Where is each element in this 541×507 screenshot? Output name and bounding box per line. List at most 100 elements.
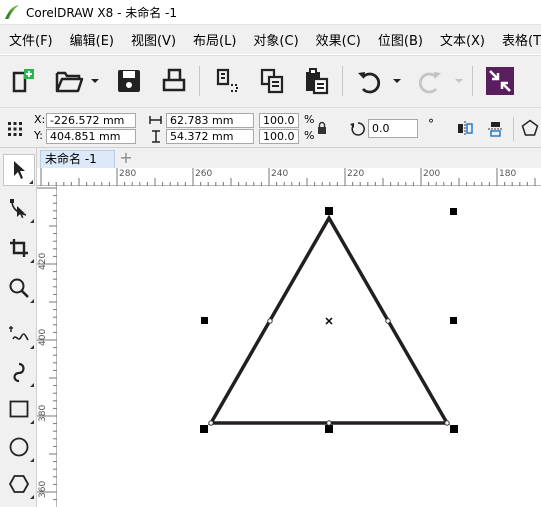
vertical-ruler[interactable]: 420 400 380 360 bbox=[37, 186, 57, 507]
coreldraw-logo-icon bbox=[5, 5, 19, 19]
menu-table[interactable]: 表格(T) bbox=[493, 30, 541, 49]
window-title: CorelDRAW X8 - 未命名 -1 bbox=[26, 5, 178, 20]
ruler-label: 240 bbox=[271, 169, 289, 179]
polygon-tool[interactable] bbox=[3, 468, 35, 500]
flyout-indicator bbox=[30, 219, 34, 223]
x-position-input[interactable]: -226.572 mm bbox=[46, 113, 136, 128]
shape-node[interactable] bbox=[385, 318, 391, 324]
ruler-label: 360 bbox=[38, 480, 48, 498]
selection-handle-middle-right[interactable] bbox=[450, 317, 457, 324]
object-origin-icon[interactable] bbox=[7, 121, 23, 137]
menu-effects[interactable]: 效果(C) bbox=[307, 30, 369, 49]
menu-object[interactable]: 对象(C) bbox=[244, 30, 306, 49]
menu-text[interactable]: 文本(X) bbox=[431, 30, 493, 49]
toolbar-separator bbox=[199, 66, 200, 96]
copy-button[interactable] bbox=[255, 64, 289, 98]
mirror-vertical-icon[interactable] bbox=[487, 120, 504, 138]
flyout-indicator bbox=[29, 180, 33, 184]
selection-handle-bottom-right[interactable] bbox=[450, 425, 458, 433]
flyout-indicator bbox=[30, 299, 34, 303]
scale-x-input[interactable]: 100.0 bbox=[259, 113, 299, 128]
drawing-canvas[interactable] bbox=[58, 187, 541, 507]
redo-button[interactable] bbox=[413, 64, 447, 98]
pointer-arrow-icon bbox=[14, 161, 25, 179]
document-tab-strip: 未命名 -1 + bbox=[37, 148, 541, 168]
crop-icon bbox=[10, 239, 28, 257]
copy-icon bbox=[216, 68, 238, 92]
rotation-input[interactable]: 0.0 bbox=[368, 119, 418, 138]
menu-layout[interactable]: 布局(L) bbox=[184, 30, 244, 49]
import-icon bbox=[486, 67, 514, 95]
new-document-icon bbox=[12, 69, 34, 93]
lock-ratio-icon[interactable] bbox=[317, 121, 327, 135]
menu-bitmaps[interactable]: 位图(B) bbox=[369, 30, 431, 49]
rotate-icon bbox=[350, 122, 365, 136]
width-input[interactable]: 62.783 mm bbox=[166, 113, 254, 128]
open-dropdown-icon[interactable] bbox=[91, 77, 99, 85]
redo-dropdown-icon[interactable] bbox=[455, 77, 463, 85]
print-icon bbox=[162, 68, 186, 92]
toolbar-separator bbox=[342, 66, 343, 96]
y-label: Y: bbox=[34, 129, 43, 142]
paste-button[interactable] bbox=[299, 64, 333, 98]
degree-symbol: ° bbox=[428, 117, 434, 131]
ellipse-tool[interactable] bbox=[3, 431, 35, 463]
selection-handle-top-right[interactable] bbox=[450, 208, 457, 215]
y-position-input[interactable]: 404.851 mm bbox=[46, 129, 136, 144]
selection-handle-middle-left[interactable] bbox=[201, 317, 208, 324]
menu-edit[interactable]: 编辑(E) bbox=[61, 30, 122, 49]
crop-tool[interactable] bbox=[3, 232, 35, 264]
undo-icon bbox=[358, 72, 381, 94]
scale-y-input[interactable]: 100.0 bbox=[259, 129, 299, 144]
document-tab[interactable]: 未命名 -1 bbox=[40, 150, 115, 168]
freehand-tool[interactable] bbox=[3, 318, 35, 350]
ruler-label: 280 bbox=[119, 169, 137, 179]
flyout-indicator bbox=[30, 420, 34, 424]
import-button[interactable] bbox=[483, 64, 517, 98]
canvas-drawing bbox=[200, 207, 458, 433]
new-document-button[interactable] bbox=[6, 64, 40, 98]
undo-dropdown-icon[interactable] bbox=[393, 77, 401, 85]
shape-node[interactable] bbox=[267, 318, 273, 324]
selection-handle-bottom-center[interactable] bbox=[325, 425, 333, 433]
menu-view[interactable]: 视图(V) bbox=[122, 30, 184, 49]
convert-to-curves-icon[interactable] bbox=[521, 119, 539, 137]
flyout-indicator bbox=[30, 495, 34, 499]
polygon-icon bbox=[8, 475, 30, 493]
zoom-tool[interactable] bbox=[3, 272, 35, 304]
print-button[interactable] bbox=[157, 64, 191, 98]
ruler-label: 180 bbox=[499, 169, 517, 179]
horizontal-ruler[interactable]: 280 260 240 220 200 180 bbox=[37, 168, 541, 186]
menu-file[interactable]: 文件(F) bbox=[0, 30, 61, 49]
flyout-indicator bbox=[30, 259, 34, 263]
shape-tool[interactable] bbox=[3, 192, 35, 224]
pick-tool[interactable] bbox=[3, 154, 35, 186]
ruler-label: 400 bbox=[38, 328, 48, 346]
height-input[interactable]: 54.372 mm bbox=[166, 129, 254, 144]
open-button[interactable] bbox=[52, 64, 86, 98]
center-marker-icon[interactable] bbox=[325, 317, 333, 325]
shape-node[interactable] bbox=[208, 420, 214, 426]
vertical-ruler-ticks bbox=[37, 187, 57, 501]
selection-handle-bottom-left[interactable] bbox=[200, 425, 208, 433]
paste-icon bbox=[306, 68, 329, 95]
new-tab-button[interactable]: + bbox=[117, 150, 135, 167]
scale-x-percent: % bbox=[304, 113, 315, 126]
ruler-label: 260 bbox=[195, 169, 213, 179]
rectangle-tool[interactable] bbox=[3, 393, 35, 425]
copy-pages-icon bbox=[260, 68, 284, 94]
menu-bar: 文件(F) 编辑(E) 视图(V) 布局(L) 对象(C) 效果(C) 位图(B… bbox=[0, 24, 541, 54]
save-button[interactable] bbox=[112, 64, 146, 98]
flyout-indicator bbox=[30, 345, 34, 349]
selection-handle-top-center[interactable] bbox=[325, 207, 333, 215]
scale-y-percent: % bbox=[304, 129, 315, 142]
mirror-horizontal-icon[interactable] bbox=[456, 120, 474, 137]
open-folder-icon bbox=[55, 71, 84, 93]
undo-button[interactable] bbox=[352, 64, 386, 98]
artistic-media-tool[interactable] bbox=[3, 356, 35, 388]
ruler-label: 420 bbox=[38, 252, 48, 270]
rectangle-icon bbox=[9, 400, 29, 418]
cut-button[interactable] bbox=[210, 64, 244, 98]
shape-node[interactable] bbox=[444, 420, 450, 426]
shape-node[interactable] bbox=[326, 420, 332, 426]
